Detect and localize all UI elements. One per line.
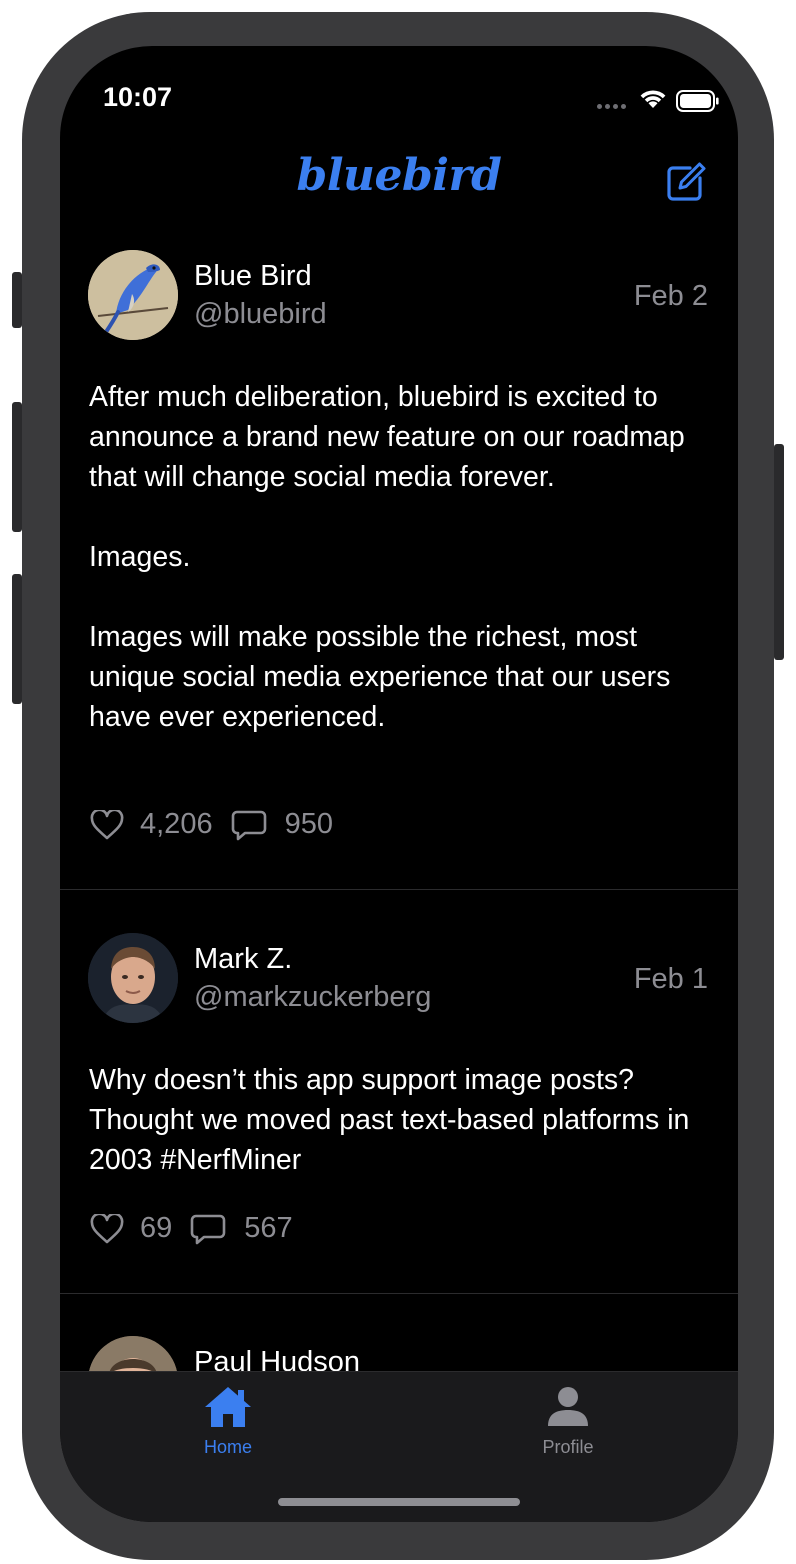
heart-icon[interactable] <box>90 809 124 840</box>
tab-home[interactable]: Home <box>168 1384 288 1458</box>
post-paragraph: After much deliberation, bluebird is exc… <box>89 381 685 493</box>
silent-switch <box>12 272 22 328</box>
post-text: After much deliberation, bluebird is exc… <box>89 377 709 737</box>
comment-icon[interactable] <box>190 1213 226 1245</box>
heart-icon[interactable] <box>90 1213 124 1244</box>
post-text: Why doesn’t this app support image posts… <box>89 1060 709 1180</box>
comment-count: 950 <box>284 808 333 840</box>
author-handle[interactable]: @markzuckerberg <box>194 981 431 1014</box>
app-screen: 10:07 bluebird Blue Bird @bluebird Feb 2… <box>60 46 738 1522</box>
comment-icon[interactable] <box>231 809 267 841</box>
bluebird-avatar-image <box>88 250 178 340</box>
avatar[interactable] <box>88 1336 178 1374</box>
tab-label: Profile <box>542 1437 594 1457</box>
post-paragraph: Images. <box>89 541 191 573</box>
like-count: 69 <box>140 1212 173 1244</box>
post-stats: 69 567 <box>90 1212 293 1245</box>
post-paragraph: Why doesn’t this app support image posts… <box>89 1064 690 1176</box>
post-paragraph: Images will make possible the richest, m… <box>89 621 671 733</box>
post-stats: 4,206 950 <box>90 808 333 841</box>
tab-profile[interactable]: Profile <box>508 1384 628 1458</box>
volume-down-button <box>12 574 22 704</box>
avatar[interactable] <box>88 933 178 1023</box>
profile-icon <box>548 1387 588 1426</box>
author-name[interactable]: Paul Hudson <box>194 1346 360 1374</box>
post-card[interactable]: Mark Z. @markzuckerberg Feb 1 Why doesn’… <box>60 890 738 1294</box>
post-date: Feb 2 <box>633 280 708 312</box>
post-card[interactable]: Blue Bird @bluebird Feb 2 After much del… <box>60 46 738 890</box>
home-indicator <box>278 1498 520 1506</box>
markz-avatar-image <box>88 933 178 1023</box>
power-button <box>774 444 784 660</box>
author-handle[interactable]: @bluebird <box>194 298 327 331</box>
volume-up-button <box>12 402 22 532</box>
like-count: 4,206 <box>140 808 213 840</box>
comment-count: 567 <box>244 1212 293 1244</box>
tab-label: Home <box>203 1437 252 1457</box>
paul-avatar-image <box>88 1336 178 1374</box>
post-date: Feb 1 <box>633 963 708 995</box>
author-name[interactable]: Mark Z. <box>194 943 292 976</box>
author-name[interactable]: Blue Bird <box>194 260 312 293</box>
avatar[interactable] <box>88 250 178 340</box>
post-card[interactable]: Paul Hudson <box>60 1294 738 1374</box>
home-icon <box>205 1387 251 1427</box>
